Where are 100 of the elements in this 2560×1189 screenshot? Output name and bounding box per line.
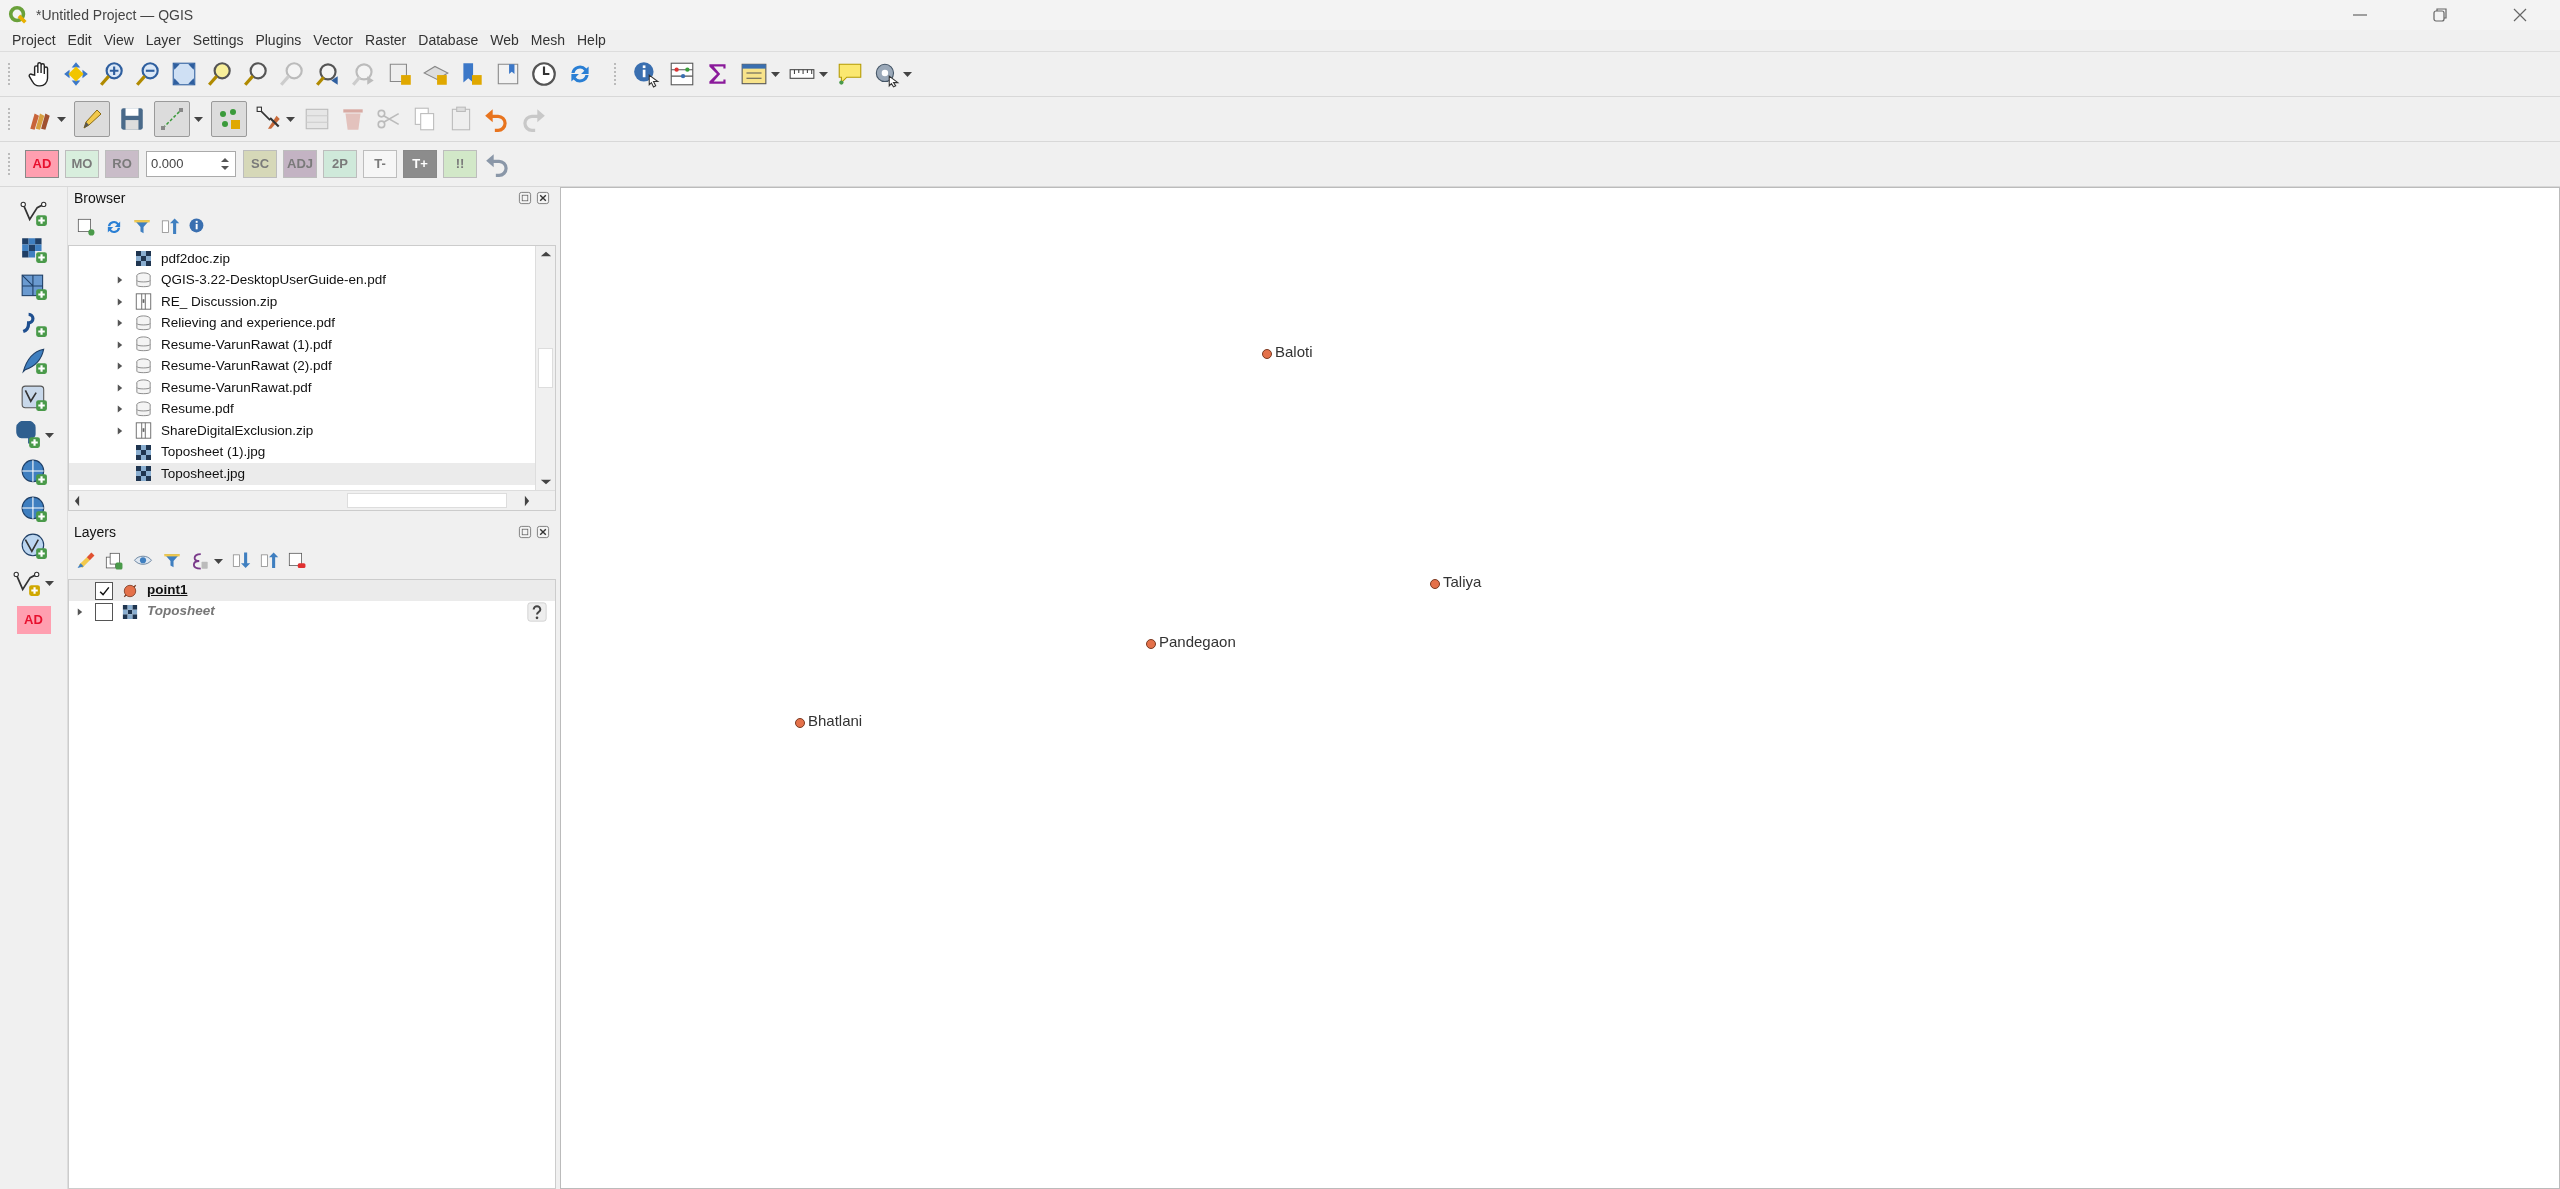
caret-icon[interactable] <box>819 71 828 77</box>
layer-row[interactable]: Toposheet <box>69 601 555 622</box>
tree-row[interactable]: ShareDigitalExclusion.zip <box>69 420 535 442</box>
tree-row[interactable]: Resume-VarunRawat (2).pdf <box>69 355 535 377</box>
vector-icon[interactable] <box>19 384 48 412</box>
collapse-all-icon[interactable] <box>259 551 279 571</box>
add-group-icon[interactable] <box>104 551 124 571</box>
scroll-right-icon[interactable] <box>523 494 531 507</box>
expand-arrow-icon[interactable] <box>116 296 124 307</box>
abacus-icon[interactable] <box>668 60 696 88</box>
spin-arrows-icon[interactable] <box>219 157 231 171</box>
file-name: RE_ Discussion.zip <box>161 292 278 311</box>
panel-title: Layers <box>74 522 117 542</box>
menu-item[interactable]: Plugins <box>249 30 308 51</box>
expand-arrow-icon[interactable] <box>116 361 124 372</box>
tree-row[interactable]: Resume.pdf <box>69 398 535 420</box>
menu-item[interactable]: Vector <box>307 30 360 51</box>
tree-row[interactable]: Resume-VarunRawat (1).pdf <box>69 334 535 356</box>
new-layer-icon[interactable] <box>76 217 96 237</box>
file-name: ShareDigitalExclusion.zip <box>161 421 314 440</box>
menu-item[interactable]: Database <box>412 30 485 51</box>
caret-icon[interactable] <box>903 71 912 77</box>
menu-item[interactable]: Settings <box>186 30 250 51</box>
point-label: Pandegaon <box>1159 632 1236 652</box>
globe-icon[interactable] <box>19 495 48 523</box>
point-label: Baloti <box>1275 342 1313 362</box>
globe-icon[interactable] <box>19 532 48 560</box>
zoom-out-icon[interactable] <box>134 60 162 88</box>
scrollbar-thumb[interactable] <box>538 348 553 388</box>
archive-icon <box>134 421 153 441</box>
scroll-up-icon[interactable] <box>539 250 552 258</box>
expand-arrow-icon[interactable] <box>116 318 124 329</box>
menu-item[interactable]: Raster <box>359 30 413 51</box>
add-point-button[interactable] <box>211 101 247 137</box>
identify-icon[interactable] <box>632 60 660 88</box>
menu-item[interactable]: Project <box>6 30 62 51</box>
checkbox[interactable] <box>95 602 113 621</box>
menu-item[interactable]: Layer <box>139 30 187 51</box>
expand-arrow-icon[interactable] <box>116 275 124 286</box>
menu-item[interactable]: Edit <box>61 30 98 51</box>
database-icon <box>134 270 153 290</box>
feather-icon[interactable] <box>19 347 48 375</box>
expand-arrow-icon[interactable] <box>116 425 124 436</box>
raster-icon <box>121 602 139 621</box>
magnifier-icon[interactable] <box>206 60 234 88</box>
zoom-full-icon[interactable] <box>170 60 198 88</box>
map-point <box>1262 349 1272 359</box>
archive-icon <box>134 292 153 312</box>
tree-row[interactable]: pdf2doc.zip <box>69 248 535 270</box>
menu-item[interactable]: Web <box>484 30 525 51</box>
expand-arrow-icon[interactable] <box>116 339 124 350</box>
globe-icon[interactable] <box>19 458 48 486</box>
clock-icon[interactable] <box>530 60 558 88</box>
map-canvas[interactable]: Baloti Taliya Pandegaon Bhatlani <box>560 187 2560 1189</box>
question-icon[interactable] <box>527 601 547 622</box>
caret-icon[interactable] <box>194 116 203 122</box>
vector-icon[interactable] <box>13 569 41 597</box>
raster-icon[interactable] <box>19 236 48 264</box>
magnifier-icon[interactable] <box>242 60 270 88</box>
tree-row[interactable]: Toposheet.jpg <box>69 463 535 485</box>
collapse-icon[interactable] <box>160 217 180 237</box>
minimize-icon <box>2352 14 2368 16</box>
tree-row[interactable]: QGIS-3.22-DesktopUserGuide-en.pdf <box>69 269 535 291</box>
caret-icon[interactable] <box>57 116 66 122</box>
caret-icon[interactable] <box>286 116 295 122</box>
layer-row[interactable]: point1 <box>69 580 555 601</box>
scroll-left-icon[interactable] <box>73 494 81 507</box>
tree-row[interactable]: Relieving and experience.pdf <box>69 312 535 334</box>
tree-row[interactable]: Toposheet (1).jpg <box>69 441 535 463</box>
new-vector-icon[interactable] <box>19 199 48 227</box>
epsilon-icon[interactable] <box>190 551 210 571</box>
close-icon[interactable] <box>536 525 550 539</box>
restore-icon <box>2432 7 2448 23</box>
toggle-editing-button[interactable] <box>74 101 110 137</box>
mesh-icon[interactable] <box>19 273 48 301</box>
tree-row[interactable]: Resume-VarunRawat.pdf <box>69 377 535 399</box>
caret-icon[interactable] <box>214 558 223 564</box>
scrollbar-thumb[interactable] <box>347 493 507 508</box>
expand-arrow-icon[interactable] <box>116 382 124 393</box>
caret-icon[interactable] <box>45 580 54 586</box>
tree-row[interactable]: RE_ Discussion.zip <box>69 291 535 313</box>
menu-item[interactable]: Mesh <box>524 30 571 51</box>
checkbox[interactable] <box>95 581 113 600</box>
spin-field[interactable]: 0.000 <box>146 151 236 177</box>
menu-item[interactable]: Help <box>571 30 612 51</box>
expand-arrow-icon[interactable] <box>76 606 84 617</box>
expand-arrow-icon[interactable] <box>116 404 124 415</box>
caret-icon[interactable] <box>45 432 54 438</box>
file-name: pdf2doc.zip <box>161 249 231 268</box>
zoom-in-icon[interactable] <box>98 60 126 88</box>
pan-arrows-icon[interactable] <box>62 60 90 88</box>
expand-all-icon[interactable] <box>231 551 251 571</box>
brush-icon[interactable] <box>76 551 96 571</box>
menu-item[interactable]: View <box>97 30 140 51</box>
close-icon[interactable] <box>536 191 550 205</box>
remove-layer-icon[interactable] <box>287 551 307 571</box>
map-point <box>1430 579 1440 589</box>
caret-icon[interactable] <box>771 71 780 77</box>
save-icon[interactable] <box>118 105 146 133</box>
scroll-down-icon[interactable] <box>539 478 552 486</box>
